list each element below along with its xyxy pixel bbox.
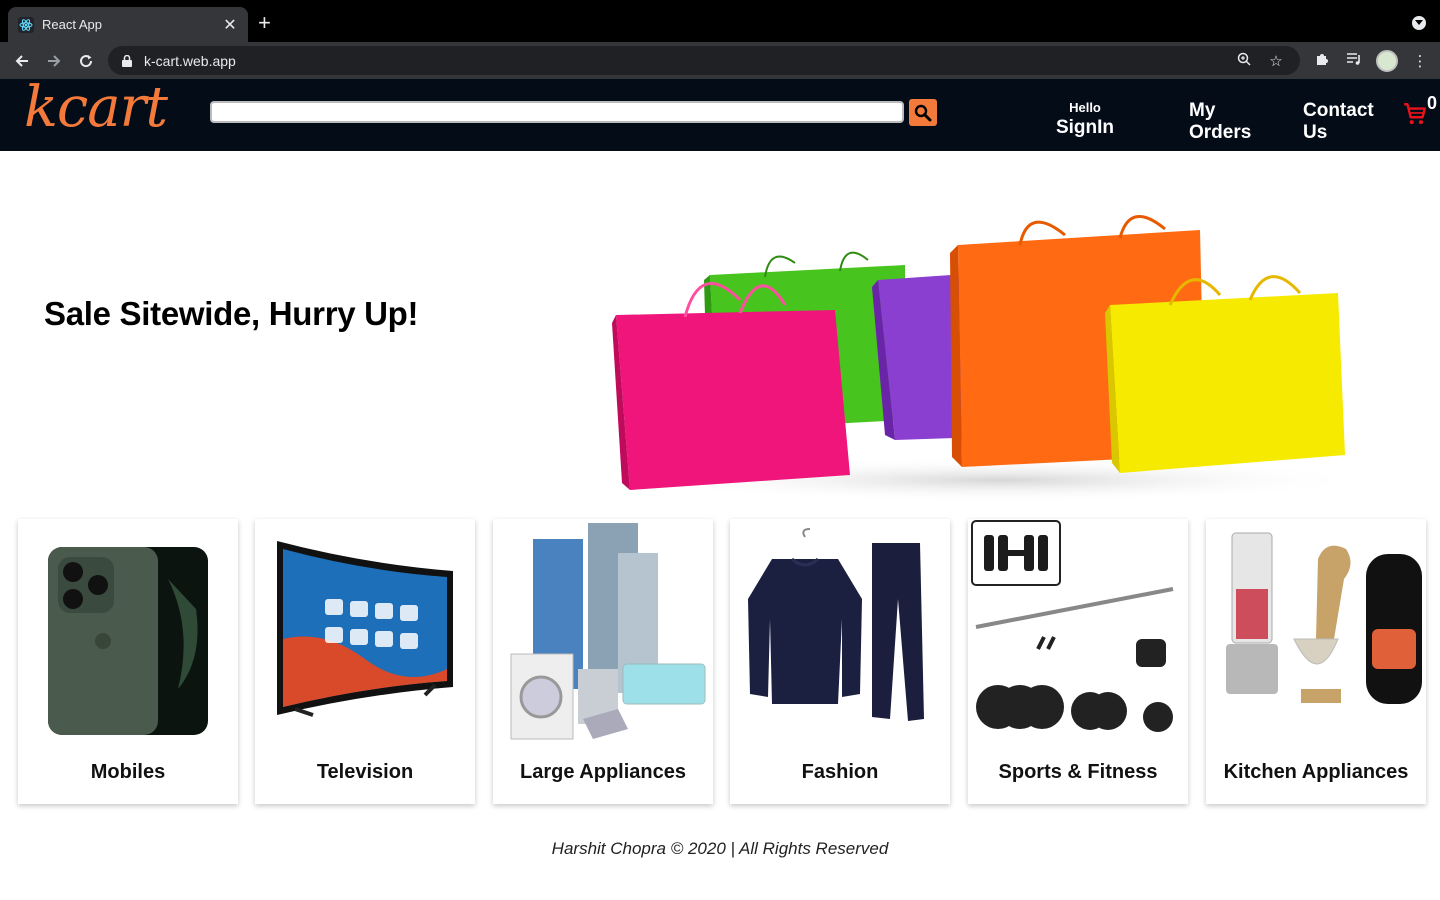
bookmark-star-icon[interactable]: ☆ bbox=[1264, 52, 1288, 70]
profile-avatar[interactable] bbox=[1376, 49, 1398, 72]
contact-link[interactable]: Contact Us bbox=[1303, 100, 1374, 144]
zoom-icon[interactable] bbox=[1232, 52, 1256, 70]
lock-icon bbox=[120, 54, 134, 68]
extensions-area: ⋮ bbox=[1312, 42, 1440, 79]
kitchen-image bbox=[1226, 532, 1422, 704]
extensions-puzzle-icon[interactable] bbox=[1312, 51, 1332, 71]
browser-tab[interactable]: React App ✕ bbox=[8, 7, 248, 42]
hero-headline: Sale Sitewide, Hurry Up! bbox=[44, 295, 419, 332]
tab-title: React App bbox=[42, 17, 102, 32]
orders-link[interactable]: My Orders bbox=[1189, 100, 1251, 144]
category-label: Television bbox=[316, 761, 414, 783]
category-label: Mobiles bbox=[90, 761, 166, 783]
contact-line2: Us bbox=[1303, 122, 1328, 143]
signin-greeting: Hello bbox=[1069, 100, 1101, 115]
category-card-fashion[interactable]: Fashion bbox=[730, 519, 950, 804]
orders-line2: Orders bbox=[1189, 122, 1252, 143]
category-card-sports-fitness[interactable]: Sports & Fitness bbox=[968, 519, 1188, 804]
fashion-image bbox=[748, 528, 924, 721]
category-label: Large Appliances bbox=[520, 761, 686, 783]
category-card-large-appliances[interactable]: Large Appliances bbox=[493, 519, 713, 804]
search-icon bbox=[914, 104, 932, 121]
appliances-image bbox=[510, 523, 706, 740]
category-card-mobiles[interactable]: Mobiles bbox=[18, 519, 238, 804]
category-label: Fashion bbox=[801, 761, 879, 783]
app-header: kcart Hello SignIn My Orders Contact Us … bbox=[0, 79, 1440, 151]
footer-copyright: Harshit Chopra © 2020 | All Rights Reser… bbox=[551, 839, 889, 858]
search-button[interactable] bbox=[909, 99, 937, 126]
url-text: k-cart.web.app bbox=[144, 52, 236, 69]
cart-count: 0 bbox=[1427, 93, 1438, 113]
signin-label: SignIn bbox=[1055, 117, 1115, 138]
forward-icon[interactable] bbox=[38, 45, 70, 77]
kebab-menu-icon[interactable]: ⋮ bbox=[1410, 52, 1430, 70]
search-input[interactable] bbox=[210, 101, 904, 123]
fitness-image bbox=[971, 520, 1174, 732]
react-favicon-icon bbox=[18, 16, 34, 33]
tv-image bbox=[277, 541, 453, 717]
contact-line1: Contact bbox=[1303, 100, 1374, 121]
back-icon[interactable] bbox=[6, 45, 38, 77]
address-bar[interactable]: k-cart.web.app ☆ bbox=[108, 46, 1300, 75]
category-card-television[interactable]: Television bbox=[255, 519, 475, 804]
category-label: Kitchen Appliances bbox=[1223, 761, 1409, 783]
tab-search-icon[interactable] bbox=[1412, 16, 1426, 30]
reload-icon[interactable] bbox=[70, 45, 102, 77]
media-control-icon[interactable] bbox=[1344, 52, 1364, 70]
category-card-kitchen-appliances[interactable]: Kitchen Appliances bbox=[1206, 519, 1426, 804]
phone-image bbox=[48, 547, 208, 735]
new-tab-icon[interactable]: + bbox=[258, 12, 271, 34]
signin-link[interactable]: Hello SignIn bbox=[1054, 100, 1116, 140]
tab-close-icon[interactable]: ✕ bbox=[222, 15, 238, 35]
shopping-cart-icon[interactable] bbox=[1402, 101, 1428, 127]
category-label: Sports & Fitness bbox=[998, 761, 1158, 783]
kcart-logo[interactable]: kcart bbox=[24, 79, 168, 137]
orders-line1: My bbox=[1189, 100, 1216, 121]
shopping-bags-image bbox=[612, 214, 1360, 502]
browser-tabbar: React App ✕ + bbox=[0, 0, 1440, 42]
browser-toolbar: k-cart.web.app ☆ ⋮ bbox=[0, 42, 1440, 79]
